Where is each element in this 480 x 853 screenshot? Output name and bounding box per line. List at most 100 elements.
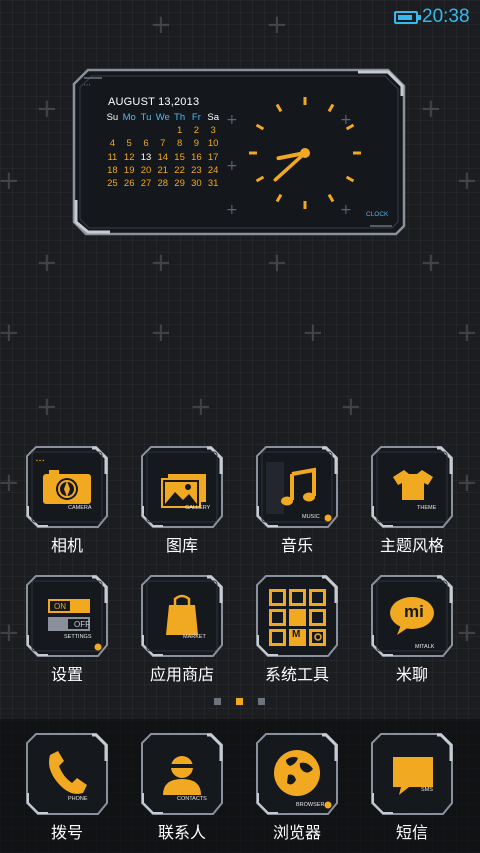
calendar-day: 12 — [123, 151, 135, 163]
clock-tick — [345, 123, 355, 131]
calendar-day: 6 — [143, 138, 149, 150]
app-tools[interactable]: M 系统工具 — [240, 575, 350, 725]
calendar-day: 30 — [191, 177, 202, 189]
dock-browser[interactable]: BROWSER 浏览器 — [240, 733, 350, 853]
background-cross: + — [0, 318, 20, 348]
clock-hub — [300, 148, 310, 158]
tile-tag: GALLERY — [185, 505, 211, 511]
tools-m-glyph: M — [292, 629, 301, 640]
calendar-weekday: We — [155, 112, 170, 123]
calendar-today: 13 — [140, 151, 152, 163]
calendar-weekday: Sa — [207, 112, 219, 123]
app-theme[interactable]: THEME 主题风格 — [355, 446, 465, 596]
gallery-icon — [161, 474, 206, 508]
svg-text:+: + — [226, 202, 238, 218]
app-settings[interactable]: ON OFF SETTINGS 设置 — [10, 575, 120, 725]
clock-tick — [275, 193, 283, 203]
calendar-weekday: Fr — [191, 112, 201, 123]
calendar-day — [154, 125, 171, 138]
calendar-day: 23 — [191, 164, 202, 176]
tile-tag: CONTACTS — [177, 796, 207, 802]
toggle-on-label: ON — [54, 602, 66, 611]
tile-tag: CAMERA — [68, 505, 92, 511]
app-label: 浏览器 — [272, 823, 321, 842]
calendar-day: 7 — [160, 138, 166, 150]
tile-tag: PHONE — [68, 796, 88, 802]
tile-frame — [371, 733, 453, 815]
calendar-grid: Su Mo Tu We Th Fr Sa 1 2 3 4 5 6 7 8 9 10 11 12 13 14 15 16 17 1… — [104, 112, 222, 191]
app-label: 米聊 — [395, 665, 428, 684]
calendar-day: 26 — [123, 177, 135, 189]
calendar-day: 11 — [107, 151, 118, 163]
calendar-day: 31 — [207, 177, 219, 189]
calendar-weekday: Tu — [140, 112, 152, 123]
tile-frame — [371, 446, 453, 528]
calendar-day: 19 — [123, 164, 135, 176]
calendar-day: 25 — [107, 177, 118, 189]
tile-frame — [256, 446, 338, 528]
calendar-day: 16 — [191, 151, 202, 163]
tile-frame — [141, 733, 223, 815]
app-label: 音乐 — [280, 536, 313, 555]
svg-text:▪ ▪ ▪: ▪ ▪ ▪ — [84, 82, 91, 87]
tile-tag: SMS — [421, 787, 433, 793]
dock-contacts[interactable]: CONTACTS 联系人 — [125, 733, 235, 853]
tile-frame — [141, 575, 223, 657]
app-label: 拨号 — [50, 823, 83, 842]
globe-icon — [274, 750, 320, 796]
calendar-day: 17 — [207, 151, 219, 163]
calendar-day: 15 — [174, 151, 185, 163]
tile-frame — [26, 733, 108, 815]
background-cross: + — [302, 318, 324, 348]
app-music[interactable]: MUSIC 音乐 — [240, 446, 350, 596]
calendar-day: 3 — [210, 125, 216, 137]
clock-label: CLOCK — [366, 211, 389, 218]
app-gallery[interactable]: GALLERY 图库 — [125, 446, 235, 596]
background-cross: + — [456, 318, 478, 348]
app-label: 应用商店 — [149, 665, 214, 684]
mitalk-glyph: mi — [404, 602, 424, 621]
background-cross: + — [36, 392, 58, 422]
calendar-day: 28 — [157, 177, 169, 189]
tile-deco-text: ▪ ▪ ▪ — [36, 458, 45, 464]
tile-tag: MITALK — [415, 644, 435, 650]
tile-frame — [256, 575, 338, 657]
svg-text:+: + — [226, 112, 238, 128]
app-label: 系统工具 — [264, 665, 329, 684]
app-mitalk[interactable]: mi MITALK 米聊 — [355, 575, 465, 725]
tile-tag: BROWSER — [296, 802, 325, 808]
background-cross: + — [340, 392, 362, 422]
app-label: 设置 — [50, 665, 83, 684]
calendar-day: 22 — [174, 164, 185, 176]
app-label: 主题风格 — [379, 536, 444, 555]
clock-tick — [255, 175, 265, 183]
app-label: 相机 — [50, 536, 83, 555]
calendar-day: 20 — [140, 164, 152, 176]
svg-text:+: + — [226, 158, 238, 174]
calendar-day: 29 — [174, 177, 185, 189]
tile-tag: MUSIC — [302, 514, 320, 520]
calendar-day: 18 — [107, 164, 118, 176]
calendar-weekday: Mo — [122, 112, 136, 123]
analog-clock — [249, 97, 361, 209]
dock-sms[interactable]: SMS 短信 — [355, 733, 465, 853]
tile-frame — [141, 446, 223, 528]
clock-tick — [327, 103, 335, 113]
calendar-day — [104, 125, 121, 138]
app-label: 联系人 — [157, 823, 206, 842]
calendar-day: 1 — [176, 125, 183, 137]
calendar-day: 5 — [126, 138, 132, 150]
calendar-day: 9 — [193, 138, 200, 150]
app-camera[interactable]: ▪ ▪ ▪ CAMERA 相机 — [10, 446, 120, 596]
calendar-day: 24 — [207, 164, 219, 176]
calendar-day: 27 — [140, 177, 152, 189]
calendar-day: 21 — [157, 164, 169, 176]
calendar-weekday: Su — [106, 112, 119, 123]
calendar-weekday: Th — [174, 112, 186, 123]
tile-tag: MARKET — [183, 634, 206, 640]
clock-tick — [327, 193, 335, 203]
dock-phone[interactable]: PHONE 拨号 — [10, 733, 120, 853]
calendar-day: 4 — [109, 138, 116, 150]
app-market[interactable]: MARKET 应用商店 — [125, 575, 235, 725]
clock-tick — [275, 103, 283, 113]
